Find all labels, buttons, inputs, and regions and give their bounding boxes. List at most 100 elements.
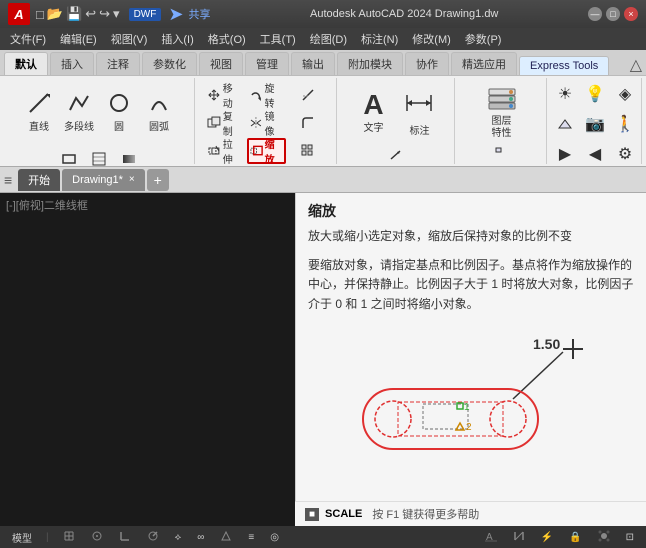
status-fullscreen[interactable]: ⊡ (622, 532, 638, 543)
window-title: Autodesk AutoCAD 2024 Drawing1.dw (220, 8, 588, 20)
menu-bar: 文件(F) 编辑(E) 视图(V) 插入(I) 格式(O) 工具(T) 绘图(D… (0, 28, 646, 50)
material-icon-button[interactable]: ◈ (611, 80, 639, 108)
new-tab-button[interactable]: + (147, 169, 169, 191)
annotation-leader-button[interactable] (371, 146, 421, 164)
help-description2: 要缩放对象，请指定基点和比例因子。基点将作为缩放操作的中心，并保持静止。比例因子… (308, 256, 634, 314)
tab-bar: ≡ 开始 Drawing1* × + (0, 167, 646, 193)
tab-parametric[interactable]: 参数化 (142, 52, 197, 75)
tab-express[interactable]: Express Tools (519, 56, 609, 75)
draw-line-button[interactable]: 直线 (20, 82, 58, 142)
circle-label: 圆 (114, 118, 124, 133)
modify-rotate-button[interactable]: 旋转 (247, 82, 287, 108)
maximize-button[interactable]: □ (606, 7, 620, 21)
modify-trim-button[interactable] (288, 82, 328, 108)
tab-addons[interactable]: 附加模块 (337, 52, 403, 75)
tab-view[interactable]: 视图 (199, 52, 243, 75)
status-snap[interactable] (87, 530, 107, 545)
walk-button[interactable]: 🚶 (611, 110, 639, 138)
tab-start[interactable]: 开始 (18, 169, 60, 191)
status-ortho[interactable] (115, 530, 135, 545)
share-label[interactable]: 共享 (188, 6, 210, 22)
settings-icon-button[interactable]: ⚙ (611, 140, 639, 166)
modify-move-button[interactable]: 移动 (205, 82, 245, 108)
dropdown-icon[interactable]: ▾ (113, 6, 120, 22)
modify-array-button[interactable] (288, 138, 328, 164)
view3d-button[interactable] (551, 110, 579, 138)
modify-copy-button[interactable]: 复制 (205, 110, 245, 136)
draw-gradient-button[interactable] (115, 145, 143, 166)
draw-rect-button[interactable] (55, 145, 83, 166)
tab-annotation[interactable]: 注释 (96, 52, 140, 75)
draw-hatch-button[interactable] (85, 145, 113, 166)
send-icon[interactable]: ➤ (168, 4, 183, 25)
render2-button[interactable]: ◀ (581, 140, 609, 166)
status-units[interactable] (509, 530, 529, 545)
status-isolate[interactable] (594, 530, 614, 545)
draw-polyline-button[interactable]: 多段线 (60, 82, 98, 142)
status-lineweight[interactable]: ≡ (244, 532, 258, 543)
status-osnap-track[interactable]: ∞ (193, 532, 208, 543)
status-model[interactable]: 模型 (8, 530, 36, 545)
annotation-dimension-button[interactable]: 标注 (398, 82, 440, 142)
dwf-button[interactable]: DWF (129, 8, 162, 21)
camera-button[interactable]: 📷 (581, 110, 609, 138)
status-transparency[interactable]: ◎ (266, 532, 283, 543)
new-icon[interactable]: □ (36, 7, 44, 22)
menu-draw[interactable]: 绘图(D) (304, 29, 353, 49)
menu-params[interactable]: 参数(P) (459, 29, 508, 49)
menu-modify[interactable]: 修改(M) (406, 29, 457, 49)
layer-freeze-button[interactable] (477, 164, 527, 166)
status-quickprop[interactable]: ⚡ (537, 532, 557, 543)
draw-arc-button[interactable]: 圆弧 (140, 82, 178, 142)
menu-format[interactable]: 格式(O) (202, 29, 252, 49)
modify-mirror-button[interactable]: 镜像 (247, 110, 287, 136)
menu-view[interactable]: 视图(V) (105, 29, 154, 49)
tab-default[interactable]: 默认 (4, 52, 48, 75)
tab-manage[interactable]: 管理 (245, 52, 289, 75)
draw-circle-button[interactable]: 圆 (100, 82, 138, 142)
menu-insert[interactable]: 插入(I) (155, 29, 199, 49)
menu-file[interactable]: 文件(F) (4, 29, 52, 49)
modify-fillet-button[interactable] (288, 110, 328, 136)
undo-icon[interactable]: ↩ (85, 6, 96, 22)
menu-edit[interactable]: 编辑(E) (54, 29, 103, 49)
tab-drawing1[interactable]: Drawing1* × (62, 169, 145, 191)
annotation-text-button[interactable]: A 文字 (352, 82, 394, 142)
minimize-button[interactable]: — (588, 7, 602, 21)
mirror-label: 镜像 (264, 108, 284, 138)
status-osnap[interactable] (216, 530, 236, 545)
status-lock[interactable]: 🔒 (565, 532, 585, 543)
light-icon-button[interactable]: 💡 (581, 80, 609, 108)
open-icon[interactable]: 📂 (47, 6, 63, 22)
tab-featured[interactable]: 精选应用 (451, 52, 517, 75)
redo-icon[interactable]: ↪ (99, 6, 110, 22)
ribbon-collapse-icon[interactable]: △ (630, 55, 642, 75)
dimension-icon (403, 87, 435, 122)
close-button[interactable]: × (624, 7, 638, 21)
drawing-viewport[interactable]: [-][俯视]二维线框 (0, 193, 295, 527)
arc-icon (148, 92, 170, 117)
app-icon[interactable]: A (8, 3, 30, 25)
menu-dimension[interactable]: 标注(N) (355, 29, 404, 49)
help-footer: ■ SCALE 按 F1 键获得更多帮助 (295, 501, 646, 526)
layer-match-button[interactable] (477, 144, 527, 162)
status-grid[interactable] (59, 530, 79, 545)
layer-properties-button[interactable]: 图层特性 (481, 82, 523, 142)
tab-close-icon[interactable]: × (129, 174, 135, 185)
modify-scale-button[interactable]: 缩放 (247, 138, 287, 164)
status-polar[interactable] (143, 530, 163, 545)
sun-icon-button[interactable]: ☀ (551, 80, 579, 108)
save-icon[interactable]: 💾 (66, 6, 82, 22)
tab-insert[interactable]: 插入 (50, 52, 94, 75)
render-button[interactable]: ▶ (551, 140, 579, 166)
tab-output[interactable]: 输出 (291, 52, 335, 75)
tab-menu-icon[interactable]: ≡ (4, 172, 12, 188)
help-title: 缩放 (308, 201, 634, 221)
modify-stretch-button[interactable]: 拉伸 (205, 138, 245, 164)
help-panel: 缩放 放大或缩小选定对象，缩放后保持对象的比例不变 要缩放对象，请指定基点和比例… (295, 193, 646, 527)
tab-collaborate[interactable]: 协作 (405, 52, 449, 75)
rotate-label: 旋转 (264, 80, 284, 110)
menu-tools[interactable]: 工具(T) (254, 29, 302, 49)
status-annotation[interactable]: A (481, 530, 501, 545)
status-isosnap[interactable]: ⟡ (171, 532, 186, 543)
